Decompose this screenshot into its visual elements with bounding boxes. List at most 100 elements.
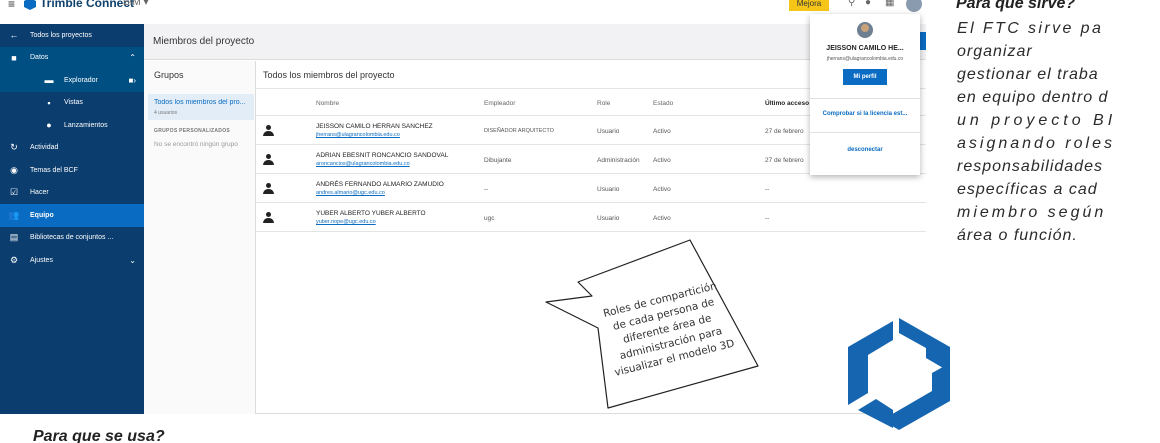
table-row[interactable]: YUBER ALBERTO YUBER ALBERTO yuber.nope@u… [256, 204, 926, 232]
member-name: YUBER ALBERTO YUBER ALBERTO [316, 210, 426, 217]
user-icon [263, 212, 274, 224]
member-last-access: -- [765, 215, 770, 222]
mejora-button[interactable]: Mejora [789, 0, 829, 11]
member-employer: DISEÑADOR ARQUITECTO [484, 128, 554, 134]
text-line: gestionar el traba [957, 66, 1099, 83]
text-line: asignando roles [957, 135, 1115, 152]
gear-icon: ⚙ [9, 254, 19, 265]
profile-avatar [857, 22, 873, 38]
sidebar-item-bibliotecas[interactable]: ▤ Bibliotecas de conjuntos ... [0, 227, 144, 250]
text-line: específicas a cad [957, 181, 1098, 198]
sidebar-item-lanzamientos[interactable]: ● Lanzamientos [0, 114, 144, 137]
sidebar-item-equipo[interactable]: 👥 Equipo [0, 204, 144, 227]
bottom-heading: Para que se usa? [33, 428, 165, 443]
member-employer: -- [484, 186, 489, 193]
sidebar-item-ajustes[interactable]: ⚙ Ajustes ⌄ [0, 249, 144, 272]
groups-title: Grupos [154, 70, 184, 80]
text-line: en equipo dentro d [957, 89, 1109, 106]
text-line: un proyecto BI [957, 112, 1117, 129]
column-header-ultimo-acceso[interactable]: Último acceso [765, 100, 809, 107]
custom-groups-caption: GRUPOS PERSONALIZADOS [154, 128, 231, 134]
member-status: Activo [653, 128, 671, 135]
sidebar-item-explorador[interactable]: ▬ Explorador ■› [0, 69, 144, 92]
top-bar: ≡ Trimble Connect BIM ▾ Mejora ⚲ ● ▦ [0, 0, 926, 12]
sidebar-item-actividad[interactable]: ↻ Actividad [0, 137, 144, 160]
profile-dropdown: JEISSON CAMILO HE... jherrans@ulagrancol… [810, 14, 920, 175]
member-role: Usuario [597, 128, 620, 135]
logout-link[interactable]: desconectar [810, 147, 920, 153]
checkbox-icon: ☑ [9, 187, 19, 198]
column-header-nombre[interactable]: Nombre [316, 100, 339, 107]
groups-panel: Grupos Todos los miembros del pro... 4 u… [144, 61, 256, 414]
no-groups-text: No se encontró ningún grupo [154, 141, 238, 148]
column-header-role[interactable]: Role [597, 100, 610, 107]
description-text: El FTC sirve pa organizar gestionar el t… [957, 17, 1160, 247]
members-title: Todos los miembros del proyecto [263, 70, 395, 80]
section-heading: Para que sirve? [956, 0, 1076, 12]
member-email[interactable]: andres.almario@ugc.edu.co [316, 190, 385, 196]
chevron-down-icon[interactable]: ⌄ [129, 256, 136, 265]
group-item-label: Todos los miembros del pro... [154, 99, 246, 106]
group-item-all-members[interactable]: Todos los miembros del pro... 4 usuarios [148, 94, 254, 120]
activity-icon: ↻ [10, 142, 18, 153]
member-last-access: -- [765, 186, 770, 193]
text-line: organizar [957, 43, 1033, 60]
table-row[interactable]: ANDRÉS FERNANDO ALMARIO ZAMUDIO andres.a… [256, 175, 926, 203]
folder-arrow-icon[interactable]: ■› [129, 76, 137, 85]
divider [810, 98, 920, 99]
trimble-logo-icon [24, 0, 36, 10]
column-header-empleador[interactable]: Empleador [484, 100, 515, 107]
bcf-icon: ◉ [10, 164, 18, 175]
main-header: Miembros del proyecto [144, 24, 926, 60]
member-status: Activo [653, 186, 671, 193]
sidebar-item-todos-proyectos[interactable]: ← Todos los proyectos [0, 24, 144, 47]
explorer-icon: ▬ [44, 75, 54, 86]
apps-grid-icon[interactable]: ▦ [885, 0, 894, 8]
sidebar-item-vistas[interactable]: ▪ Vistas [0, 92, 144, 115]
trimble-connect-logo [848, 318, 950, 430]
arrow-left-icon: ← [9, 30, 19, 41]
project-selector[interactable]: BIM ▾ [123, 0, 149, 8]
my-profile-button[interactable]: Mi perfil [843, 69, 887, 85]
member-email[interactable]: aroncancios@ulagrancolombia.edu.co [316, 161, 410, 167]
team-icon: 👥 [8, 209, 20, 220]
member-name: JEISSON CAMILO HERRAN SANCHEZ [316, 123, 433, 130]
user-icon [263, 125, 274, 137]
user-icon [263, 183, 274, 195]
member-employer: ugc [484, 215, 495, 222]
user-avatar[interactable] [906, 0, 922, 12]
sidebar-item-temas-bcf[interactable]: ◉ Temas del BCF [0, 159, 144, 182]
menu-icon[interactable]: ≡ [8, 0, 15, 11]
sidebar: ← Todos los proyectos ■ Datos ⌃ ▬ Explor… [0, 24, 144, 414]
search-icon[interactable]: ⚲ [848, 0, 855, 8]
member-role: Usuario [597, 215, 620, 222]
text-line: miembro según [957, 204, 1107, 221]
chevron-up-icon[interactable]: ⌃ [129, 53, 136, 62]
views-icon: ▪ [47, 97, 51, 108]
member-role: Administración [597, 157, 640, 164]
folder-icon: ■ [11, 52, 17, 63]
member-status: Activo [653, 215, 671, 222]
member-email[interactable]: yuber.nope@ugc.edu.co [316, 219, 376, 225]
profile-email: jherrans@ulagrancolombia.edu.co [826, 56, 904, 62]
member-email[interactable]: jherrans@ulagrancolombia.edu.co [316, 132, 400, 138]
text-line: área o función. [957, 227, 1078, 244]
column-header-estado[interactable]: Estado [653, 100, 673, 107]
releases-icon: ● [46, 120, 52, 131]
check-license-link[interactable]: Comprobar si la licencia est... [810, 111, 920, 117]
group-item-count: 4 usuarios [154, 110, 178, 116]
text-line: responsabilidades [957, 158, 1103, 175]
brand-title[interactable]: Trimble Connect [40, 0, 134, 10]
library-icon: ▤ [9, 232, 19, 243]
user-icon [263, 154, 274, 166]
sidebar-item-datos[interactable]: ■ Datos ⌃ [0, 46, 144, 69]
member-name: ADRIAN EBESNIT RONCANCIO SANDOVAL [316, 152, 449, 159]
member-name: ANDRÉS FERNANDO ALMARIO ZAMUDIO [316, 181, 444, 188]
sidebar-item-hacer[interactable]: ☑ Hacer [0, 182, 144, 205]
help-icon[interactable]: ● [865, 0, 871, 8]
divider [810, 132, 920, 133]
member-role: Usuario [597, 186, 620, 193]
member-last-access: 27 de febrero [765, 157, 804, 164]
profile-name: JEISSON CAMILO HE... [826, 45, 904, 52]
text-line: El FTC sirve pa [957, 20, 1104, 37]
